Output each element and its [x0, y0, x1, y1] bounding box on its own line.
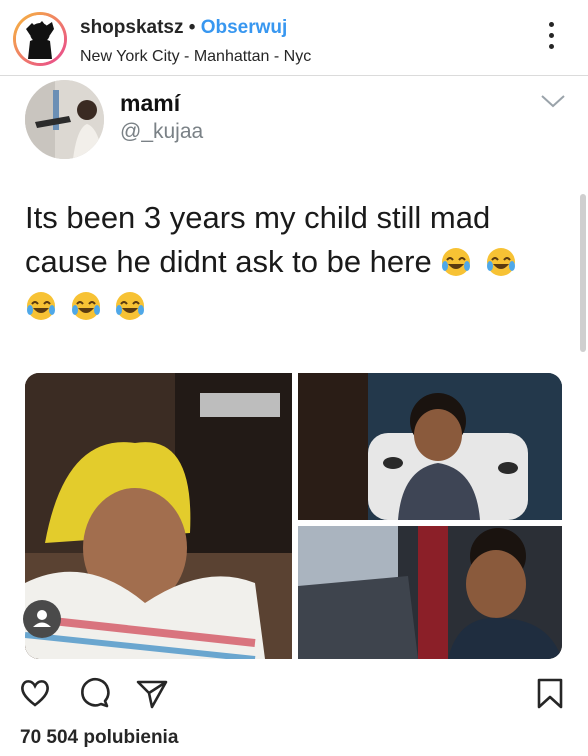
chevron-down-icon — [540, 94, 566, 113]
action-bar — [0, 668, 588, 718]
tweet-photo-grid — [25, 373, 562, 659]
tweet-text-line: cause he didnt ask to be here — [25, 244, 432, 279]
more-vertical-icon[interactable] — [544, 22, 558, 56]
comment-icon[interactable] — [78, 676, 112, 710]
photo-toddler-carseat — [298, 526, 562, 659]
direct-share-icon[interactable] — [135, 676, 169, 710]
heart-icon[interactable] — [18, 676, 52, 710]
face-with-tears-of-joy-icon — [71, 292, 100, 320]
tweet-text-line: Its been 3 years my child still mad — [25, 200, 491, 235]
user-tag-icon[interactable] — [23, 600, 61, 638]
face-with-tears-of-joy-icon — [27, 292, 55, 320]
tweet-display-name: mamí — [120, 90, 181, 116]
tweet-text-line-with-emoji: cause he didnt ask to be here — [25, 240, 555, 284]
follow-button[interactable]: Obserwuj — [201, 17, 288, 38]
separator-dot: • — [188, 17, 196, 38]
avatar-image — [16, 15, 64, 63]
face-with-tears-of-joy-icon — [442, 248, 471, 276]
tweet-avatar — [25, 80, 104, 159]
photo-newborn — [25, 373, 292, 659]
location-link[interactable]: New York City - Manhattan - Nyc — [80, 48, 311, 66]
post-image[interactable]: mamí @_kujaa Its been 3 years my child s… — [0, 76, 588, 666]
face-with-tears-of-joy-icon — [116, 292, 145, 320]
face-with-tears-of-joy-icon — [486, 248, 515, 276]
scrollbar — [580, 194, 586, 352]
bookmark-icon[interactable] — [533, 676, 567, 710]
likes-count[interactable]: 70 504 polubienia — [20, 727, 178, 749]
tweet-text: Its been 3 years my child still mad caus… — [25, 196, 555, 328]
tweet-handle: @_kujaa — [120, 120, 204, 143]
post-author: shopskatsz • Obserwuj — [80, 17, 287, 39]
photo-toddler-couch — [298, 373, 562, 520]
username-link[interactable]: shopskatsz — [80, 17, 183, 38]
profile-avatar[interactable] — [13, 12, 67, 66]
post-header: shopskatsz • Obserwuj New York City - Ma… — [0, 0, 588, 76]
emoji-line — [25, 284, 555, 328]
